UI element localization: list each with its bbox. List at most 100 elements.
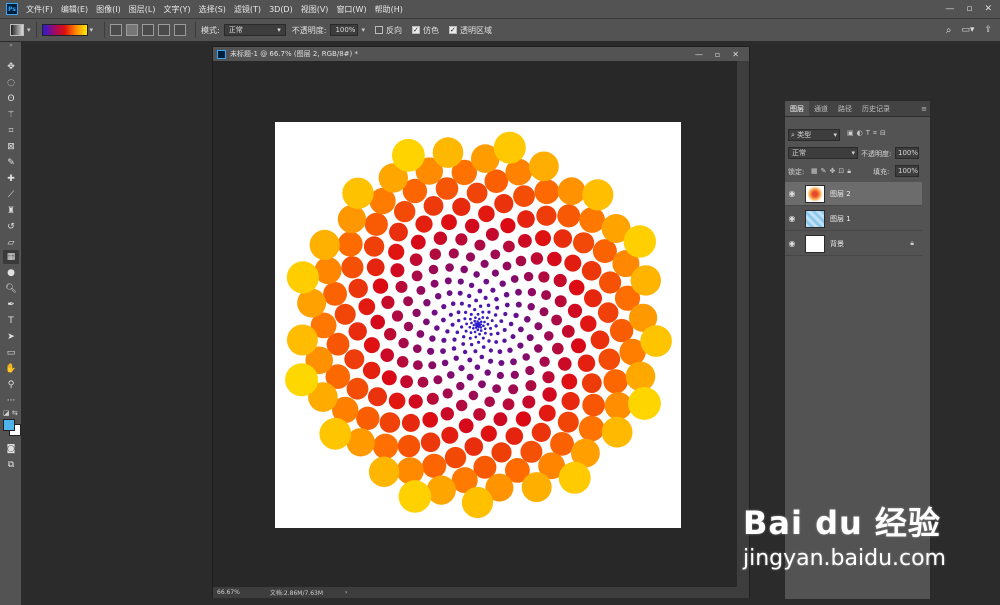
menu-window[interactable]: 窗口(W) — [336, 4, 366, 15]
status-expand-icon[interactable]: › — [345, 589, 347, 596]
workspace-icon[interactable]: ▭▾ — [961, 25, 974, 35]
crop-icon[interactable]: ⌗ — [3, 124, 19, 138]
document-info[interactable]: 文档:2.86M/7.63M — [270, 588, 323, 597]
menu-file[interactable]: 文件(F) — [26, 4, 53, 15]
tab-history[interactable]: 历史记录 — [857, 101, 895, 116]
share-icon[interactable]: ⇪ — [984, 25, 992, 35]
magic-wand-icon[interactable]: ⚚ — [3, 108, 19, 122]
zoom-icon[interactable]: ⚲ — [3, 378, 19, 392]
spiral-dot — [499, 280, 506, 287]
dodge-icon[interactable]: 🔍︎ — [3, 282, 19, 296]
spiral-dot — [334, 303, 356, 325]
menu-layer[interactable]: 图层(L) — [129, 4, 156, 15]
layer-row-background[interactable]: ◉ 背景 🔒︎ — [785, 232, 922, 256]
healing-icon[interactable]: ✚ — [3, 172, 19, 186]
zoom-level[interactable]: 66.67% — [217, 589, 240, 596]
visibility-eye-icon[interactable]: ◉ — [785, 239, 799, 248]
lasso-icon[interactable]: ʘ — [3, 92, 19, 106]
layer-filter-select[interactable]: ⌕ 类型 ▾ — [788, 129, 840, 141]
menu-edit[interactable]: 编辑(E) — [61, 4, 88, 15]
doc-close-icon[interactable]: ✕ — [732, 50, 739, 59]
brush-icon[interactable]: ⟋ — [3, 188, 19, 202]
chevron-down-icon: ▾ — [833, 131, 837, 139]
opacity-input[interactable]: 100% — [330, 24, 359, 36]
opacity-slider-chevron-icon[interactable]: ▾ — [361, 26, 365, 34]
gradient-editor-swatch[interactable] — [41, 24, 88, 36]
search-icon[interactable]: ⌕ — [946, 25, 952, 36]
spiral-dot — [429, 248, 441, 260]
pen-icon[interactable]: ✒ — [3, 298, 19, 312]
divider — [104, 22, 106, 38]
spiral-dot — [337, 231, 363, 257]
menu-select[interactable]: 选择(S) — [199, 4, 226, 15]
mode-select[interactable]: 正常 ▾ — [223, 24, 286, 36]
gradient-icon[interactable]: ▦ — [3, 250, 19, 264]
tab-paths[interactable]: 路径 — [833, 101, 857, 116]
eyedropper-icon[interactable]: ✎ — [3, 156, 19, 170]
layer-opacity-input[interactable]: 100% — [895, 147, 919, 159]
history-brush-icon[interactable]: ↺ — [3, 220, 19, 234]
tab-channels[interactable]: 通道 — [809, 101, 833, 116]
menu-type[interactable]: 文字(Y) — [163, 4, 190, 15]
angle-gradient-button[interactable] — [142, 24, 155, 36]
blend-mode-select[interactable]: 正常 ▾ — [788, 147, 858, 159]
close-icon[interactable]: ✕ — [984, 4, 992, 14]
move-icon[interactable]: ✥ — [3, 60, 19, 74]
panel-menu-icon[interactable]: ≡ — [918, 101, 930, 116]
menu-3d[interactable]: 3D(D) — [269, 5, 293, 14]
visibility-eye-icon[interactable]: ◉ — [785, 189, 799, 198]
layer-filter-icons[interactable]: ▣◐T⌗⊟ — [847, 129, 889, 138]
menu-view[interactable]: 视图(V) — [301, 4, 329, 15]
spiral-dot — [478, 380, 486, 389]
fill-input[interactable]: 100% — [895, 165, 919, 177]
gradient-tool-preset-icon[interactable] — [10, 24, 24, 36]
layer-row-layer1[interactable]: ◉ 图层 1 — [785, 207, 922, 231]
type-icon[interactable]: T — [3, 314, 19, 328]
linear-gradient-button[interactable] — [110, 24, 123, 36]
quick-mask-icon[interactable]: ◙ — [3, 442, 19, 456]
spiral-dot — [541, 290, 552, 301]
reverse-checkbox[interactable] — [374, 26, 383, 34]
doc-minimize-icon[interactable]: — — [695, 50, 703, 59]
dither-checkbox[interactable]: ✓ — [411, 26, 420, 34]
frame-icon[interactable]: ⊠ — [3, 140, 19, 154]
more-icon[interactable]: ··· — [3, 394, 19, 408]
spiral-dot — [477, 288, 483, 294]
diamond-gradient-button[interactable] — [174, 24, 187, 36]
menu-filter[interactable]: 滤镜(T) — [234, 4, 261, 15]
rectangle-icon[interactable]: ▭ — [3, 346, 19, 360]
spiral-dot — [468, 390, 479, 401]
chevron-down-icon[interactable]: ▾ — [27, 26, 31, 34]
tab-layers[interactable]: 图层 — [785, 101, 809, 116]
hand-icon[interactable]: ✋ — [3, 362, 19, 376]
menu-image[interactable]: 图像(I) — [96, 4, 121, 15]
collapse-icon[interactable]: » — [3, 42, 19, 50]
radial-gradient-button[interactable] — [126, 24, 139, 36]
minimize-icon[interactable]: — — [945, 4, 954, 14]
spiral-dot — [478, 317, 481, 321]
menu-help[interactable]: 帮助(H) — [375, 4, 403, 15]
document-title-bar[interactable]: 未标题-1 @ 66.7% (图层 2, RGB/8#) * — ▫ ✕ — [213, 47, 749, 61]
marquee-icon[interactable]: ◌ — [3, 76, 19, 90]
path-select-icon[interactable]: ➤ — [3, 330, 19, 344]
visibility-eye-icon[interactable]: ◉ — [785, 214, 799, 223]
gradient-picker-chevron-icon[interactable]: ▾ — [90, 26, 94, 34]
reflected-gradient-button[interactable] — [158, 24, 171, 36]
canvas[interactable] — [275, 122, 681, 528]
layer-row-layer2[interactable]: ◉ 图层 2 — [785, 182, 922, 206]
spiral-dot — [580, 315, 597, 332]
maximize-icon[interactable]: ▫ — [966, 4, 972, 14]
blur-icon[interactable]: ● — [3, 266, 19, 280]
spiral-dot — [483, 327, 487, 331]
eraser-icon[interactable]: ▱ — [3, 236, 19, 250]
doc-maximize-icon[interactable]: ▫ — [715, 50, 720, 59]
screen-mode-icon[interactable]: ⧉ — [3, 458, 19, 472]
transparency-checkbox[interactable]: ✓ — [448, 26, 457, 34]
foreground-color-swatch[interactable] — [3, 419, 15, 431]
default-colors-icon[interactable]: ◪ ⇆ — [3, 409, 18, 417]
stamp-icon[interactable]: ♜ — [3, 204, 19, 218]
spiral-dot — [493, 131, 526, 164]
spiral-dot — [467, 293, 472, 299]
spiral-dot — [481, 336, 485, 340]
lock-icons[interactable]: ▦✎✥⊡🔒︎ — [811, 167, 854, 176]
